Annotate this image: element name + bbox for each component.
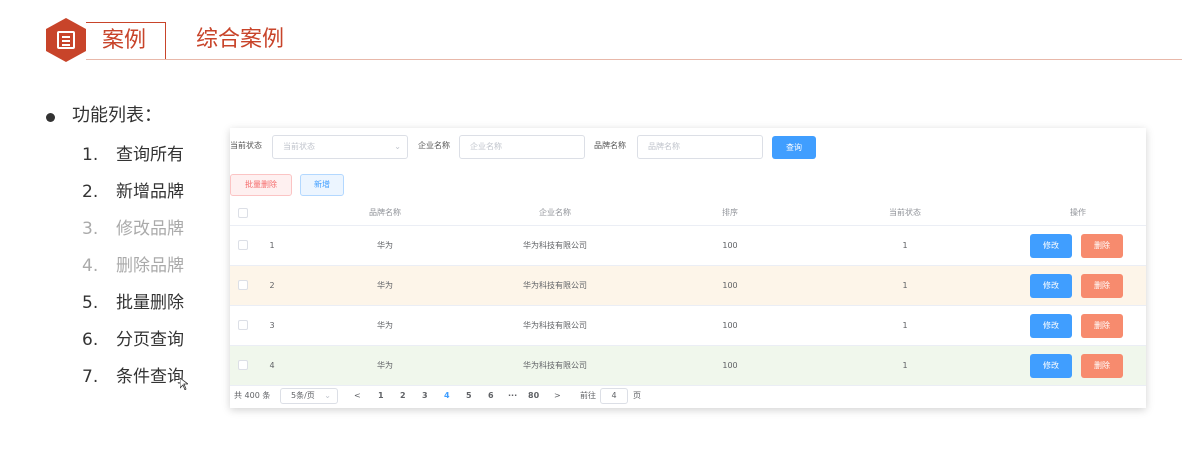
column-header: 当前状态: [889, 208, 921, 217]
column-header: 操作: [1070, 208, 1086, 217]
order-cell: 100: [722, 321, 738, 330]
order-cell: 100: [722, 361, 738, 370]
feature-item: 7. 条件查询: [82, 367, 184, 387]
company-label: 企业名称: [418, 141, 450, 150]
query-button[interactable]: 查询: [772, 136, 816, 159]
page-number[interactable]: 2: [400, 386, 406, 406]
table-header: 品牌名称 企业名称 排序 当前状态 操作: [230, 200, 1146, 226]
brand-cell: 华为: [377, 321, 393, 330]
edit-button[interactable]: 修改: [1030, 314, 1072, 338]
slide: 案例 综合案例 功能列表： 1. 查询所有 2. 新增品牌 3. 修改品牌 4. 删除品…: [0, 0, 1191, 476]
page-number[interactable]: 1: [378, 386, 384, 406]
chevron-down-icon: ⌄: [324, 391, 331, 400]
order-cell: 100: [722, 241, 738, 250]
row-index: 4: [269, 361, 275, 370]
column-header: 品牌名称: [369, 208, 401, 217]
row-index: 2: [269, 281, 275, 290]
row-checkbox[interactable]: [238, 280, 248, 290]
brand-cell: 华为: [377, 361, 393, 370]
page-number-active[interactable]: 4: [444, 386, 450, 406]
bullet-icon: [46, 113, 55, 122]
add-button[interactable]: 新增: [300, 174, 344, 196]
delete-button[interactable]: 删除: [1081, 354, 1123, 378]
delete-button[interactable]: 删除: [1081, 274, 1123, 298]
company-cell: 华为科技有限公司: [523, 241, 587, 250]
table-row: 3 华为 华为科技有限公司 100 1 修改 删除: [230, 306, 1146, 346]
table-row: 2 华为 华为科技有限公司 100 1 修改 删除: [230, 266, 1146, 306]
chevron-down-icon: ⌄: [394, 142, 401, 151]
status-cell: 1: [902, 281, 908, 290]
page-size-select[interactable]: 5条/页 ⌄: [280, 388, 338, 404]
column-header: 排序: [722, 208, 738, 217]
company-cell: 华为科技有限公司: [523, 361, 587, 370]
goto-label: 前往: [580, 391, 596, 400]
section-tag: 案例: [86, 22, 166, 60]
page-number[interactable]: 3: [422, 386, 428, 406]
column-header: 企业名称: [539, 208, 571, 217]
status-select[interactable]: 当前状态 ⌄: [272, 135, 408, 159]
total-count: 共 400 条: [234, 391, 271, 400]
row-checkbox[interactable]: [238, 320, 248, 330]
row-index: 3: [269, 321, 275, 330]
status-cell: 1: [902, 361, 908, 370]
table-row: 4 华为 华为科技有限公司 100 1 修改 删除: [230, 346, 1146, 386]
feature-item: 1. 查询所有: [82, 145, 184, 165]
row-checkbox[interactable]: [238, 240, 248, 250]
goto-page-input[interactable]: 4: [600, 388, 628, 404]
table-row: 1 华为 华为科技有限公司 100 1 修改 删除: [230, 226, 1146, 266]
brand-table-panel: 当前状态 当前状态 ⌄ 企业名称 企业名称 品牌名称 品牌名称 查询 批量删除 新…: [230, 128, 1146, 408]
goto-suffix: 页: [633, 391, 641, 400]
status-cell: 1: [902, 321, 908, 330]
brand-cell: 华为: [377, 281, 393, 290]
row-index: 1: [269, 241, 275, 250]
feature-item: 5. 批量删除: [82, 293, 184, 313]
edit-button[interactable]: 修改: [1030, 354, 1072, 378]
delete-button[interactable]: 删除: [1081, 234, 1123, 258]
select-all-checkbox[interactable]: [238, 208, 248, 218]
prev-page-button[interactable]: <: [354, 386, 361, 406]
next-page-button[interactable]: >: [554, 386, 561, 406]
feature-list-heading: 功能列表：: [72, 105, 162, 126]
brand-label: 品牌名称: [594, 141, 626, 150]
status-cell: 1: [902, 241, 908, 250]
document-icon: [46, 18, 86, 62]
pagination: 共 400 条 5条/页 ⌄ < 1 2 3 4 5 6 ··· 80 > 前往 …: [230, 386, 1146, 406]
brand-cell: 华为: [377, 241, 393, 250]
feature-item: 2. 新增品牌: [82, 182, 184, 202]
row-checkbox[interactable]: [238, 360, 248, 370]
order-cell: 100: [722, 281, 738, 290]
feature-item: 3. 修改品牌: [82, 219, 184, 239]
delete-button[interactable]: 删除: [1081, 314, 1123, 338]
status-label: 当前状态: [230, 141, 262, 150]
feature-item: 4. 删除品牌: [82, 256, 184, 276]
batch-delete-button[interactable]: 批量删除: [230, 174, 292, 196]
title-divider: [86, 59, 1182, 60]
edit-button[interactable]: 修改: [1030, 234, 1072, 258]
mouse-cursor-icon: [180, 378, 188, 390]
company-cell: 华为科技有限公司: [523, 321, 587, 330]
page-ellipsis[interactable]: ···: [508, 386, 517, 406]
brand-input[interactable]: 品牌名称: [637, 135, 763, 159]
page-title: 综合案例: [196, 27, 285, 52]
page-number[interactable]: 5: [466, 386, 472, 406]
page-number[interactable]: 6: [488, 386, 494, 406]
feature-item: 6. 分页查询: [82, 330, 184, 350]
edit-button[interactable]: 修改: [1030, 274, 1072, 298]
company-input[interactable]: 企业名称: [459, 135, 585, 159]
page-number[interactable]: 80: [528, 386, 539, 406]
company-cell: 华为科技有限公司: [523, 281, 587, 290]
